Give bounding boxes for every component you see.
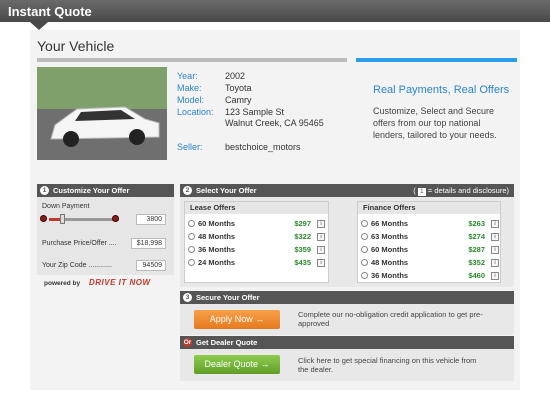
radio-icon[interactable] xyxy=(188,233,195,240)
offer-price: $322 xyxy=(294,232,311,241)
model-value: Camry xyxy=(225,95,252,105)
make-label: Make: xyxy=(177,83,202,93)
disclosure-note: ( 1 = details and disclosure) xyxy=(413,186,509,196)
or-badge: Or xyxy=(183,338,192,347)
decrease-button[interactable] xyxy=(40,215,47,222)
secure-title: Secure Your Offer xyxy=(196,293,260,302)
offer-term: 24 Months xyxy=(198,258,236,267)
radio-icon[interactable] xyxy=(361,259,368,266)
seller-label: Seller: xyxy=(177,142,203,152)
radio-icon[interactable] xyxy=(361,272,368,279)
make-value: Toyota xyxy=(225,83,252,93)
apply-now-label: Apply Now xyxy=(209,314,253,324)
top-bar: Instant Quote xyxy=(0,0,550,22)
finance-title: Finance Offers xyxy=(358,202,500,214)
title-notch xyxy=(30,22,48,30)
offer-price: $263 xyxy=(468,219,485,228)
offer-price: $274 xyxy=(468,232,485,241)
lease-title: Lease Offers xyxy=(185,202,328,214)
offer-price: $352 xyxy=(468,258,485,267)
dealer-header: Or Get Dealer Quote xyxy=(180,336,514,349)
offer-price: $359 xyxy=(294,245,311,254)
radio-icon[interactable] xyxy=(188,246,195,253)
zip-input[interactable]: 94509 xyxy=(136,260,166,271)
arrow-right-icon: → xyxy=(255,314,265,324)
radio-icon[interactable] xyxy=(188,259,195,266)
customize-title: Customize Your Offer xyxy=(53,186,130,195)
offer-term: 36 Months xyxy=(198,245,236,254)
dealer-title: Get Dealer Quote xyxy=(196,338,258,347)
arrow-right-icon: → xyxy=(260,359,270,369)
info-icon[interactable]: i xyxy=(491,246,499,254)
offer-term: 60 Months xyxy=(371,245,409,254)
radio-icon[interactable] xyxy=(361,246,368,253)
price-label: Purchase Price/Offer .... xyxy=(42,240,117,247)
dealer-quote-label: Dealer Quote xyxy=(204,359,258,369)
dealer-description: Click here to get special financing on t… xyxy=(298,356,477,374)
increase-button[interactable] xyxy=(112,215,119,222)
offer-term: 60 Months xyxy=(198,219,236,228)
zip-label: Your Zip Code ............ xyxy=(42,262,112,269)
customize-header: 1 Customize Your Offer xyxy=(37,184,174,197)
step-number: 2 xyxy=(183,186,192,195)
slider-handle[interactable] xyxy=(60,214,65,224)
model-label: Model: xyxy=(177,95,205,105)
radio-icon[interactable] xyxy=(361,233,368,240)
offer-price: $287 xyxy=(468,245,485,254)
offer-price: $297 xyxy=(294,219,311,228)
location-line2: Walnut Creek, CA 95465 xyxy=(225,118,324,128)
select-header: 2 Select Your Offer ( 1 = details and di… xyxy=(180,184,514,197)
down-payment-input[interactable]: 3800 xyxy=(136,214,166,225)
app-title: Instant Quote xyxy=(8,4,92,19)
promo-title: Real Payments, Real Offers xyxy=(373,84,510,96)
price-input[interactable]: $18,998 xyxy=(131,238,166,249)
powered-by-text: powered by xyxy=(44,280,81,287)
down-payment-label: Down Payment xyxy=(42,203,90,210)
offer-term: 36 Months xyxy=(371,271,409,280)
select-title: Select Your Offer xyxy=(196,186,257,195)
year-label: Year: xyxy=(177,71,198,81)
info-icon[interactable]: i xyxy=(491,220,499,228)
divider xyxy=(37,58,347,62)
location-label: Location: xyxy=(177,107,214,117)
dealer-quote-button[interactable]: Dealer Quote → xyxy=(194,355,280,374)
seller-value[interactable]: bestchoice_motors xyxy=(225,142,301,152)
location-line1: 123 Sample St xyxy=(225,107,285,117)
info-icon[interactable]: i xyxy=(317,259,325,267)
info-icon[interactable]: i xyxy=(491,233,499,241)
year-value: 2002 xyxy=(225,71,246,81)
apply-now-button[interactable]: Apply Now → xyxy=(194,310,280,329)
drive-it-now-logo: DRIVE IT NOW xyxy=(89,278,151,287)
disclosure-text: = details and disclosure) xyxy=(427,186,509,195)
radio-icon[interactable] xyxy=(188,220,195,227)
offer-price: $460 xyxy=(468,271,485,280)
offer-term: 66 Months xyxy=(371,219,409,228)
radio-icon[interactable] xyxy=(361,220,368,227)
car-photo xyxy=(37,67,167,160)
step-number: 1 xyxy=(40,186,49,195)
info-icon[interactable]: i xyxy=(317,246,325,254)
offer-term: 48 Months xyxy=(371,258,409,267)
info-icon[interactable]: i xyxy=(491,259,499,267)
paren: ( xyxy=(413,186,416,195)
offer-term: 63 Months xyxy=(371,232,409,241)
secure-header: 3 Secure Your Offer xyxy=(180,291,514,304)
car-image xyxy=(37,67,167,160)
page-title: Your Vehicle xyxy=(37,38,115,54)
info-icon: 1 xyxy=(417,188,426,196)
offer-term: 48 Months xyxy=(198,232,236,241)
info-icon[interactable]: i xyxy=(491,272,499,280)
promo-text: Customize, Select and Secure offers from… xyxy=(373,106,497,140)
info-icon[interactable]: i xyxy=(317,233,325,241)
offer-price: $435 xyxy=(294,258,311,267)
info-icon[interactable]: i xyxy=(317,220,325,228)
accent-divider xyxy=(356,58,517,62)
apply-description: Complete our no-obligation credit applic… xyxy=(298,310,483,328)
step-number: 3 xyxy=(183,293,192,302)
